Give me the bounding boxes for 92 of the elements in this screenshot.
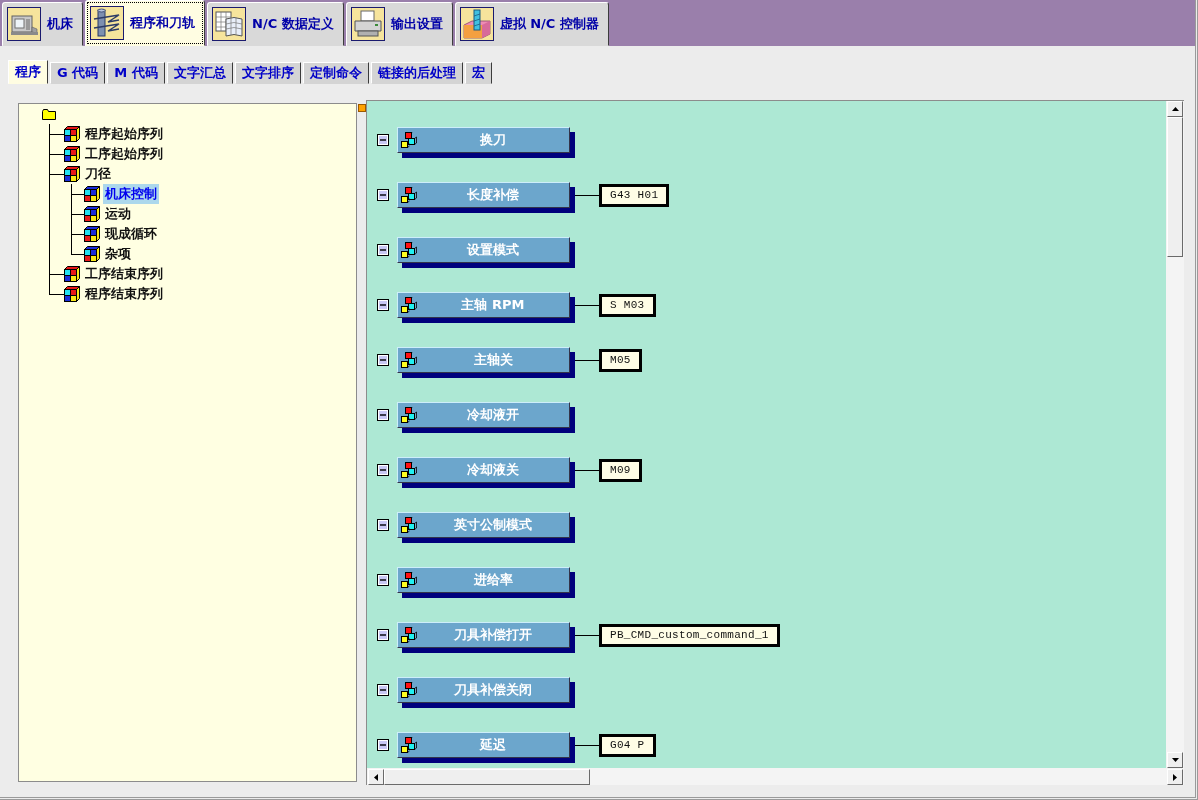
collapse-button[interactable] (377, 299, 389, 311)
down-triangle-icon (1171, 758, 1179, 762)
square-marker-icon (358, 104, 366, 112)
sub-tab[interactable]: 程序 (8, 60, 48, 84)
tree-trunk-line (71, 194, 72, 204)
collapse-button[interactable] (377, 244, 389, 256)
connector-line (575, 744, 599, 746)
collapse-button[interactable] (377, 189, 389, 201)
right-triangle-icon (1173, 773, 1177, 781)
code-tag: G04 P (599, 733, 656, 757)
cubes-icon (401, 407, 417, 423)
collapse-button[interactable] (377, 519, 389, 531)
cubes-icon (401, 352, 417, 368)
main-tab[interactable]: 虚拟 N/C 控制器 (454, 2, 609, 46)
vertical-scrollbar[interactable] (1166, 100, 1184, 768)
cubes-icon (401, 242, 417, 258)
tree-item[interactable]: 工序结束序列 (83, 264, 165, 284)
spreadsheet-icon (212, 7, 246, 41)
cube-icon (64, 146, 80, 162)
tree-item[interactable]: 程序结束序列 (83, 284, 165, 304)
tree-item[interactable]: 现成循环 (103, 224, 159, 244)
mill-block-icon (459, 7, 494, 41)
sub-tab[interactable]: M 代码 (107, 62, 165, 84)
sub-tab[interactable]: 文字排序 (234, 62, 301, 84)
cubes-icon (401, 572, 417, 588)
collapse-button[interactable] (377, 739, 389, 751)
cubes-icon (401, 517, 417, 533)
printer-icon (350, 7, 385, 41)
up-triangle-icon (1171, 107, 1179, 111)
sub-tab[interactable]: 定制命令 (302, 62, 369, 84)
sub-tab[interactable]: 宏 (464, 62, 492, 84)
tree-item[interactable]: 工序起始序列 (83, 144, 165, 164)
code-tag: S M03 (599, 293, 656, 317)
machine-tool-icon (7, 7, 41, 41)
sub-tab[interactable]: G 代码 (50, 62, 106, 84)
collapse-button[interactable] (377, 574, 389, 586)
connector-line (575, 304, 599, 306)
collapse-button[interactable] (377, 464, 389, 476)
cube-icon (84, 246, 100, 262)
scroll-up-button[interactable] (1167, 101, 1183, 117)
tree-item[interactable]: 机床控制 (103, 184, 159, 204)
sub-tab[interactable]: 文字汇总 (166, 62, 233, 84)
cube-icon (84, 226, 100, 242)
cubes-icon (401, 187, 417, 203)
cubes-icon (401, 682, 417, 698)
code-tag: M09 (599, 458, 642, 482)
main-tab[interactable]: N/C 数据定义 (207, 2, 344, 46)
connector-line (575, 469, 599, 471)
main-tab[interactable]: 输出设置 (345, 2, 453, 46)
tree-trunk-line (49, 274, 50, 284)
tree-item[interactable]: 刀径 (83, 164, 113, 184)
code-tag: G43 H01 (599, 183, 670, 207)
collapse-button[interactable] (377, 409, 389, 421)
code-tag: PB_CMD_custom_command_1 (599, 623, 780, 647)
tree-item[interactable]: 杂项 (103, 244, 133, 264)
tree-item[interactable]: 程序起始序列 (83, 124, 165, 144)
collapse-button[interactable] (377, 629, 389, 641)
connector-line (575, 634, 599, 636)
folder-icon (42, 109, 56, 120)
cube-icon (84, 186, 100, 202)
cubes-icon (401, 462, 417, 478)
collapse-button[interactable] (377, 354, 389, 366)
cube-icon (84, 206, 100, 222)
tree-item[interactable]: 运动 (103, 204, 133, 224)
main-tab[interactable]: 程序和刀轨 (85, 0, 205, 46)
tree-trunk-line (49, 154, 50, 164)
scroll-down-button[interactable] (1167, 752, 1183, 768)
cubes-icon (401, 737, 417, 753)
tree-trunk-line (71, 214, 72, 224)
tree-trunk-line (71, 234, 72, 244)
cube-icon (64, 166, 80, 182)
left-triangle-icon (374, 773, 378, 781)
connector-line (575, 194, 599, 196)
main-tab[interactable]: 机床 (2, 2, 83, 46)
scrollbar-thumb[interactable] (384, 769, 590, 785)
tool-path-icon (90, 6, 124, 40)
code-tag: M05 (599, 348, 642, 372)
tree-trunk-line (49, 134, 50, 144)
collapse-button[interactable] (377, 684, 389, 696)
collapse-button[interactable] (377, 134, 389, 146)
cubes-icon (401, 627, 417, 643)
cubes-icon (401, 297, 417, 313)
cube-icon (64, 126, 80, 142)
cube-icon (64, 266, 80, 282)
scroll-right-button[interactable] (1167, 769, 1183, 785)
scrollbar-thumb[interactable] (1167, 117, 1183, 257)
connector-line (575, 359, 599, 361)
sub-tab[interactable]: 链接的后处理 (370, 62, 463, 84)
horizontal-scrollbar[interactable] (366, 768, 1184, 785)
scroll-left-button[interactable] (368, 769, 384, 785)
cube-icon (64, 286, 80, 302)
cubes-icon (401, 132, 417, 148)
